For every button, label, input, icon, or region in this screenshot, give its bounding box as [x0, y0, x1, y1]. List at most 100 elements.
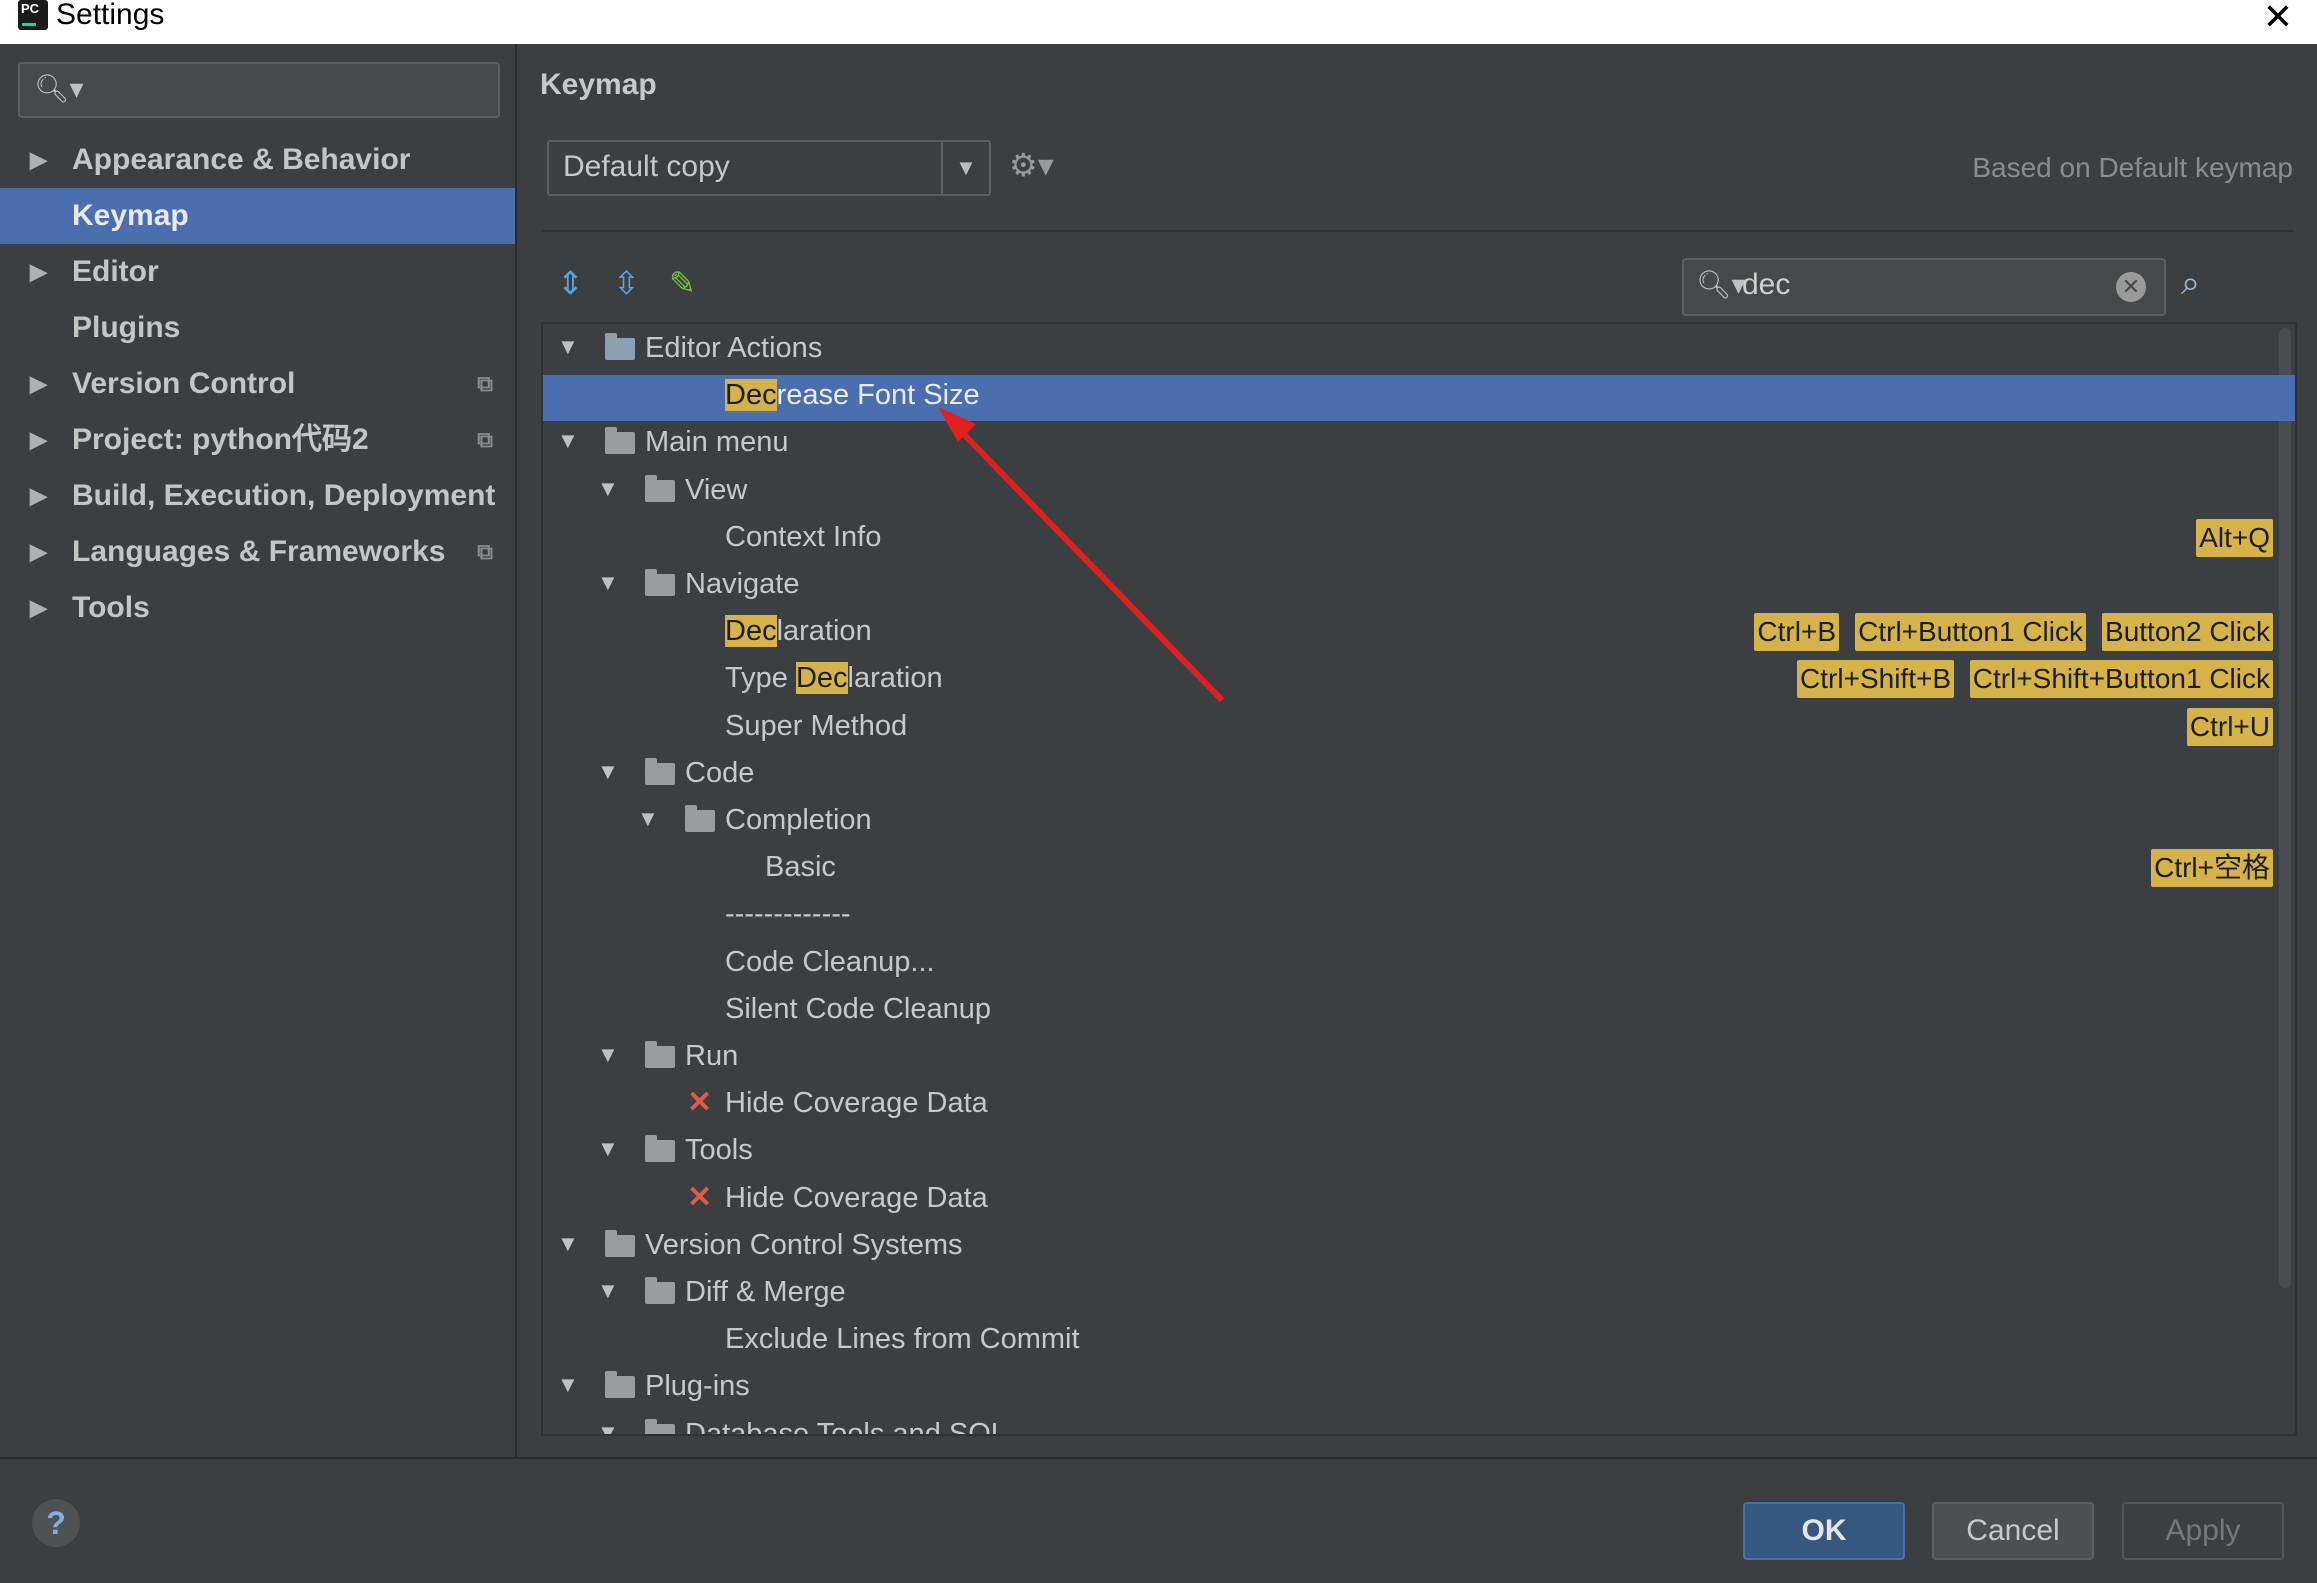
settings-sidebar: 🔍︎▾ ▶ Appearance & Behavior Keymap ▶ Editor P…	[0, 44, 517, 1457]
tree-row-label: Basic	[765, 851, 836, 884]
tree-row[interactable]: ▼ Database Tools and SQL	[543, 1414, 2295, 1436]
expand-arrow-icon[interactable]: ▶	[30, 132, 47, 188]
tree-row[interactable]: ▼ Editor Actions	[543, 328, 2295, 374]
collapse-arrow-icon[interactable]: ▼	[597, 1042, 619, 1068]
folder-icon	[605, 1371, 635, 1399]
collapse-arrow-icon[interactable]: ▼	[557, 1231, 579, 1257]
tree-row[interactable]: ▼ Plug-ins	[543, 1366, 2295, 1412]
sidebar-item-plugins[interactable]: Plugins	[0, 300, 515, 356]
folder-icon	[645, 1277, 675, 1304]
tree-row[interactable]: Exclude Lines from Commit	[543, 1319, 2295, 1365]
apply-button[interactable]: Apply	[2122, 1502, 2284, 1560]
sidebar-item-project-python-2[interactable]: ▶ Project: python代码2 ⧉	[0, 412, 515, 468]
tree-row[interactable]: ▼ Tools	[543, 1130, 2295, 1176]
tree-row[interactable]: ▼ Navigate	[543, 564, 2295, 610]
tree-row[interactable]: Basic Ctrl+空格	[543, 847, 2295, 893]
tree-row-label: Diff & Merge	[685, 1276, 846, 1308]
collapse-arrow-icon[interactable]: ▼	[597, 1420, 619, 1434]
ok-button[interactable]: OK	[1743, 1502, 1905, 1560]
sidebar-item-appearance-behavior[interactable]: ▶ Appearance & Behavior	[0, 132, 515, 188]
gear-icon[interactable]: ⚙▾	[1009, 146, 1054, 184]
tree-row[interactable]: ✕ Hide Coverage Data	[543, 1178, 2295, 1224]
search-match-highlight: Dec	[795, 662, 848, 695]
collapse-arrow-icon[interactable]: ▼	[557, 334, 579, 360]
tree-row[interactable]: Type Declaration Ctrl+Shift+Button1 Click…	[543, 658, 2295, 704]
sidebar-item-keymap[interactable]: Keymap	[0, 188, 515, 244]
tree-row[interactable]: ▼ Diff & Merge	[543, 1272, 2295, 1318]
tree-row[interactable]: -------------	[543, 894, 2295, 940]
search-match-highlight: Dec	[725, 615, 777, 648]
keymap-select-value: Default copy	[563, 150, 730, 183]
tree-row[interactable]: Silent Code Cleanup	[543, 989, 2295, 1035]
expand-all-icon[interactable]: ⇕	[557, 264, 584, 302]
pycharm-logo-icon: PC	[18, 0, 48, 30]
editor-actions-icon	[605, 333, 635, 360]
expand-arrow-icon[interactable]: ▶	[30, 412, 47, 468]
keymap-tree: ▼ Editor Actions Decrease Font Size ▼ Main m…	[541, 322, 2297, 1436]
clear-search-icon[interactable]: ✕	[2116, 272, 2146, 302]
expand-arrow-icon[interactable]: ▶	[30, 356, 47, 412]
tree-row[interactable]: ▼ View	[543, 470, 2295, 516]
divider	[541, 230, 2293, 232]
collapse-arrow-icon[interactable]: ▼	[597, 1278, 619, 1304]
collapse-arrow-icon[interactable]: ▼	[637, 806, 659, 832]
sidebar-item-label: Plugins	[72, 311, 181, 344]
shortcut-badge: Ctrl+Shift+Button1 Click	[1969, 660, 2273, 699]
action-search-input[interactable]: 🔍︎▾ dec ✕	[1682, 258, 2166, 316]
sidebar-item-label: Editor	[72, 255, 159, 288]
tree-row-label: Completion	[725, 804, 872, 836]
collapse-arrow-icon[interactable]: ▼	[597, 570, 619, 596]
tree-row[interactable]: Declaration Button2 Click Ctrl+Button1 Cli…	[543, 611, 2295, 657]
folder-icon	[645, 757, 675, 785]
tree-row[interactable]: ✕ Hide Coverage Data	[543, 1083, 2295, 1129]
settings-search-input[interactable]: 🔍︎▾	[18, 62, 500, 118]
tree-row[interactable]: ▼ Completion	[543, 800, 2295, 846]
project-scope-icon: ⧉	[477, 539, 493, 564]
expand-arrow-icon[interactable]: ▶	[30, 524, 47, 580]
tree-row-label: Database Tools and SQL	[685, 1417, 1007, 1436]
expand-arrow-icon[interactable]: ▶	[30, 244, 47, 300]
collapse-arrow-icon[interactable]: ▼	[597, 476, 619, 502]
sidebar-item-build-execution-deployment[interactable]: ▶ Build, Execution, Deployment	[0, 468, 515, 524]
tree-row[interactable]: ▼ Main menu	[543, 422, 2295, 468]
sidebar-item-languages-frameworks[interactable]: ▶ Languages & Frameworks ⧉	[0, 524, 515, 580]
search-icon: 🔍︎▾	[34, 73, 84, 104]
unavailable-action-icon: ✕	[687, 1086, 713, 1120]
help-icon[interactable]: ?	[32, 1499, 80, 1547]
tree-row-label: Navigate	[685, 568, 800, 600]
tree-row[interactable]: Decrease Font Size	[543, 375, 2295, 422]
based-on-label: Based on Default keymap	[1972, 152, 2293, 183]
sidebar-item-label: Keymap	[72, 199, 189, 232]
collapse-arrow-icon[interactable]: ▼	[557, 428, 579, 454]
collapse-all-icon[interactable]: ⇳	[613, 264, 640, 302]
sidebar-item-tools[interactable]: ▶ Tools	[0, 580, 515, 636]
tree-row-label: Run	[685, 1040, 739, 1072]
cancel-button[interactable]: Cancel	[1932, 1502, 2094, 1560]
tree-row-label: Main menu	[645, 426, 789, 459]
sidebar-item-editor[interactable]: ▶ Editor	[0, 244, 515, 300]
find-by-shortcut-icon[interactable]: ⌕	[2181, 264, 2200, 303]
edit-pencil-icon[interactable]: ✎	[669, 264, 696, 302]
collapse-arrow-icon[interactable]: ▼	[597, 759, 619, 785]
tree-row-label: Version Control Systems	[645, 1228, 963, 1261]
expand-arrow-icon[interactable]: ▶	[30, 580, 47, 636]
tree-row[interactable]: Context Info Alt+Q	[543, 517, 2295, 563]
tree-row[interactable]: Super Method Ctrl+U	[543, 706, 2295, 752]
project-scope-icon: ⧉	[477, 371, 493, 396]
expand-arrow-icon[interactable]: ▶	[30, 468, 47, 524]
folder-icon	[645, 1135, 675, 1163]
tree-row[interactable]: ▼ Run	[543, 1036, 2295, 1082]
tree-row[interactable]: ▼ Version Control Systems	[543, 1225, 2295, 1271]
folder-icon	[685, 805, 715, 832]
sidebar-item-version-control[interactable]: ▶ Version Control ⧉	[0, 356, 515, 412]
tree-row[interactable]: Code Cleanup...	[543, 942, 2295, 988]
chevron-down-icon[interactable]: ▼	[941, 142, 989, 194]
keymap-select[interactable]: Default copy ▼	[547, 140, 991, 196]
close-icon[interactable]: ✕	[2263, 0, 2293, 38]
tree-row-label: Plug-ins	[645, 1370, 750, 1403]
tree-row-label: Type Declaration	[725, 662, 943, 695]
collapse-arrow-icon[interactable]: ▼	[557, 1372, 579, 1398]
tree-row[interactable]: ▼ Code	[543, 753, 2295, 799]
shortcut-badge: Ctrl+空格	[2151, 849, 2273, 888]
collapse-arrow-icon[interactable]: ▼	[597, 1136, 619, 1162]
